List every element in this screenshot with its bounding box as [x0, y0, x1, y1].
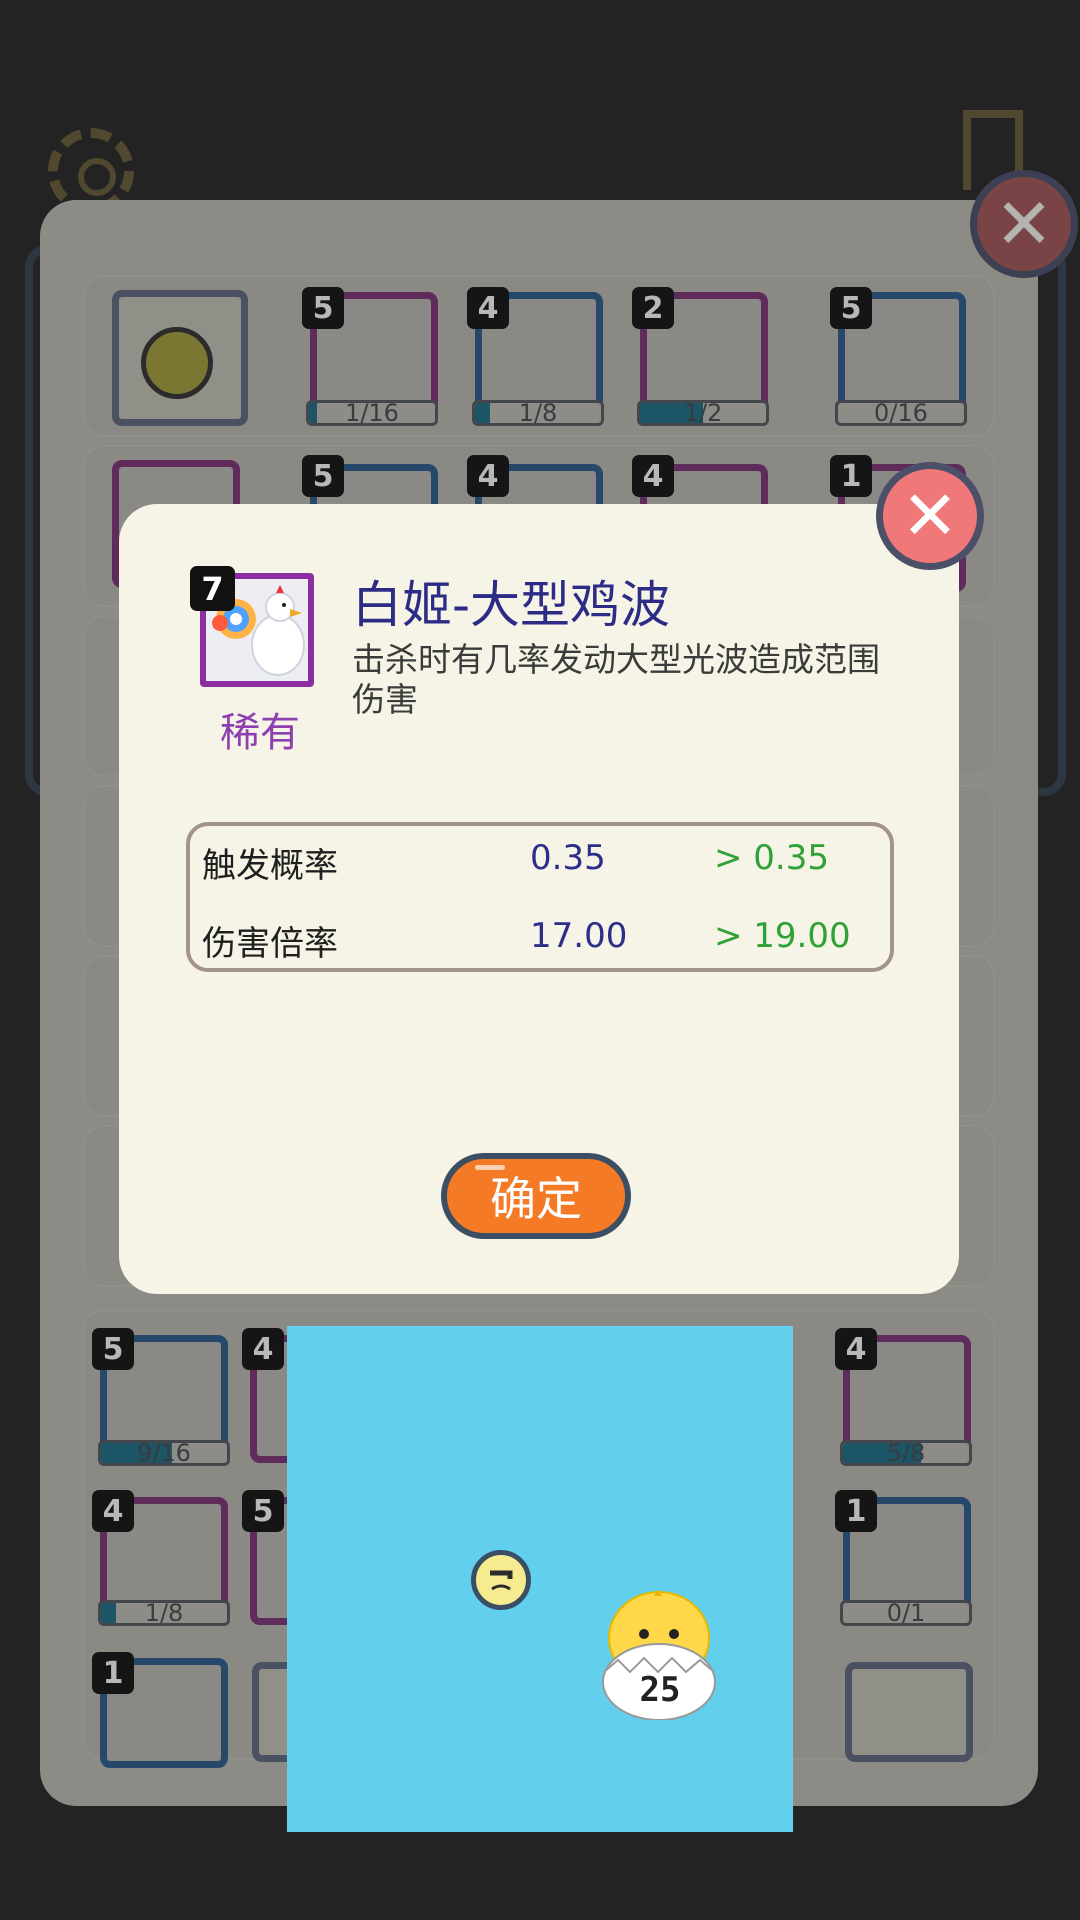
skill-level-badge: 4 [835, 1328, 877, 1370]
panel-close-button[interactable]: ✕ [970, 170, 1078, 278]
skill-level-badge: 1 [830, 455, 872, 497]
skill-progress-bar: 1/8 [472, 400, 604, 426]
skill-title: 白姬-大型鸡波 [352, 576, 671, 634]
character-face-icon [141, 327, 213, 399]
skill-level-badge: 4 [467, 287, 509, 329]
skill-level-badge: 5 [92, 1328, 134, 1370]
skill-level-badge: 4 [467, 455, 509, 497]
character-face-icon [471, 1550, 531, 1610]
skill-level-badge: 2 [632, 287, 674, 329]
skill-level-badge: 7 [190, 566, 235, 611]
skill-progress-bar: 1/16 [306, 400, 438, 426]
stats-table: 触发概率 0.35 > 0.35 伤害倍率 17.00 > 19.00 [186, 822, 894, 972]
empty-skill-slot[interactable] [845, 1662, 973, 1762]
stat-row-trigger-chance: 触发概率 0.35 > 0.35 [190, 838, 890, 888]
skill-level-badge: 5 [302, 287, 344, 329]
rarity-label: 稀有 [220, 710, 300, 756]
ad-overlay[interactable] [287, 1326, 793, 1832]
skill-progress-bar: 0/1 [840, 1600, 972, 1626]
skill-level-badge: 5 [302, 455, 344, 497]
stat-next-value: > 19.00 [714, 916, 851, 956]
confirm-button[interactable]: 确定 [441, 1153, 631, 1239]
skill-level-badge: 4 [92, 1490, 134, 1532]
skill-progress-bar: 5/8 [840, 1440, 972, 1466]
stat-current-value: 0.35 [530, 838, 606, 878]
skill-progress-bar: 9/16 [98, 1440, 230, 1466]
skill-level-badge: 1 [835, 1490, 877, 1532]
stat-current-value: 17.00 [530, 916, 628, 956]
skill-progress-bar: 0/16 [835, 400, 967, 426]
skill-progress-bar: 1/2 [637, 400, 769, 426]
stat-row-damage-multiplier: 伤害倍率 17.00 > 19.00 [190, 916, 890, 966]
stat-label: 伤害倍率 [202, 924, 338, 964]
skill-level-badge: 4 [632, 455, 674, 497]
stat-next-value: > 0.35 [714, 838, 829, 878]
dialog-close-button[interactable]: ✕ [876, 462, 984, 570]
skill-level-badge: 4 [242, 1328, 284, 1370]
skill-level-badge: 5 [242, 1490, 284, 1532]
skill-description: 击杀时有几率发动大型光波造成范围伤害 [352, 640, 880, 719]
skill-progress-bar: 1/8 [98, 1600, 230, 1626]
skill-level-badge: 1 [92, 1652, 134, 1694]
stat-label: 触发概率 [202, 846, 338, 886]
skill-level-badge: 5 [830, 287, 872, 329]
egg-number: 25 [639, 1670, 681, 1710]
